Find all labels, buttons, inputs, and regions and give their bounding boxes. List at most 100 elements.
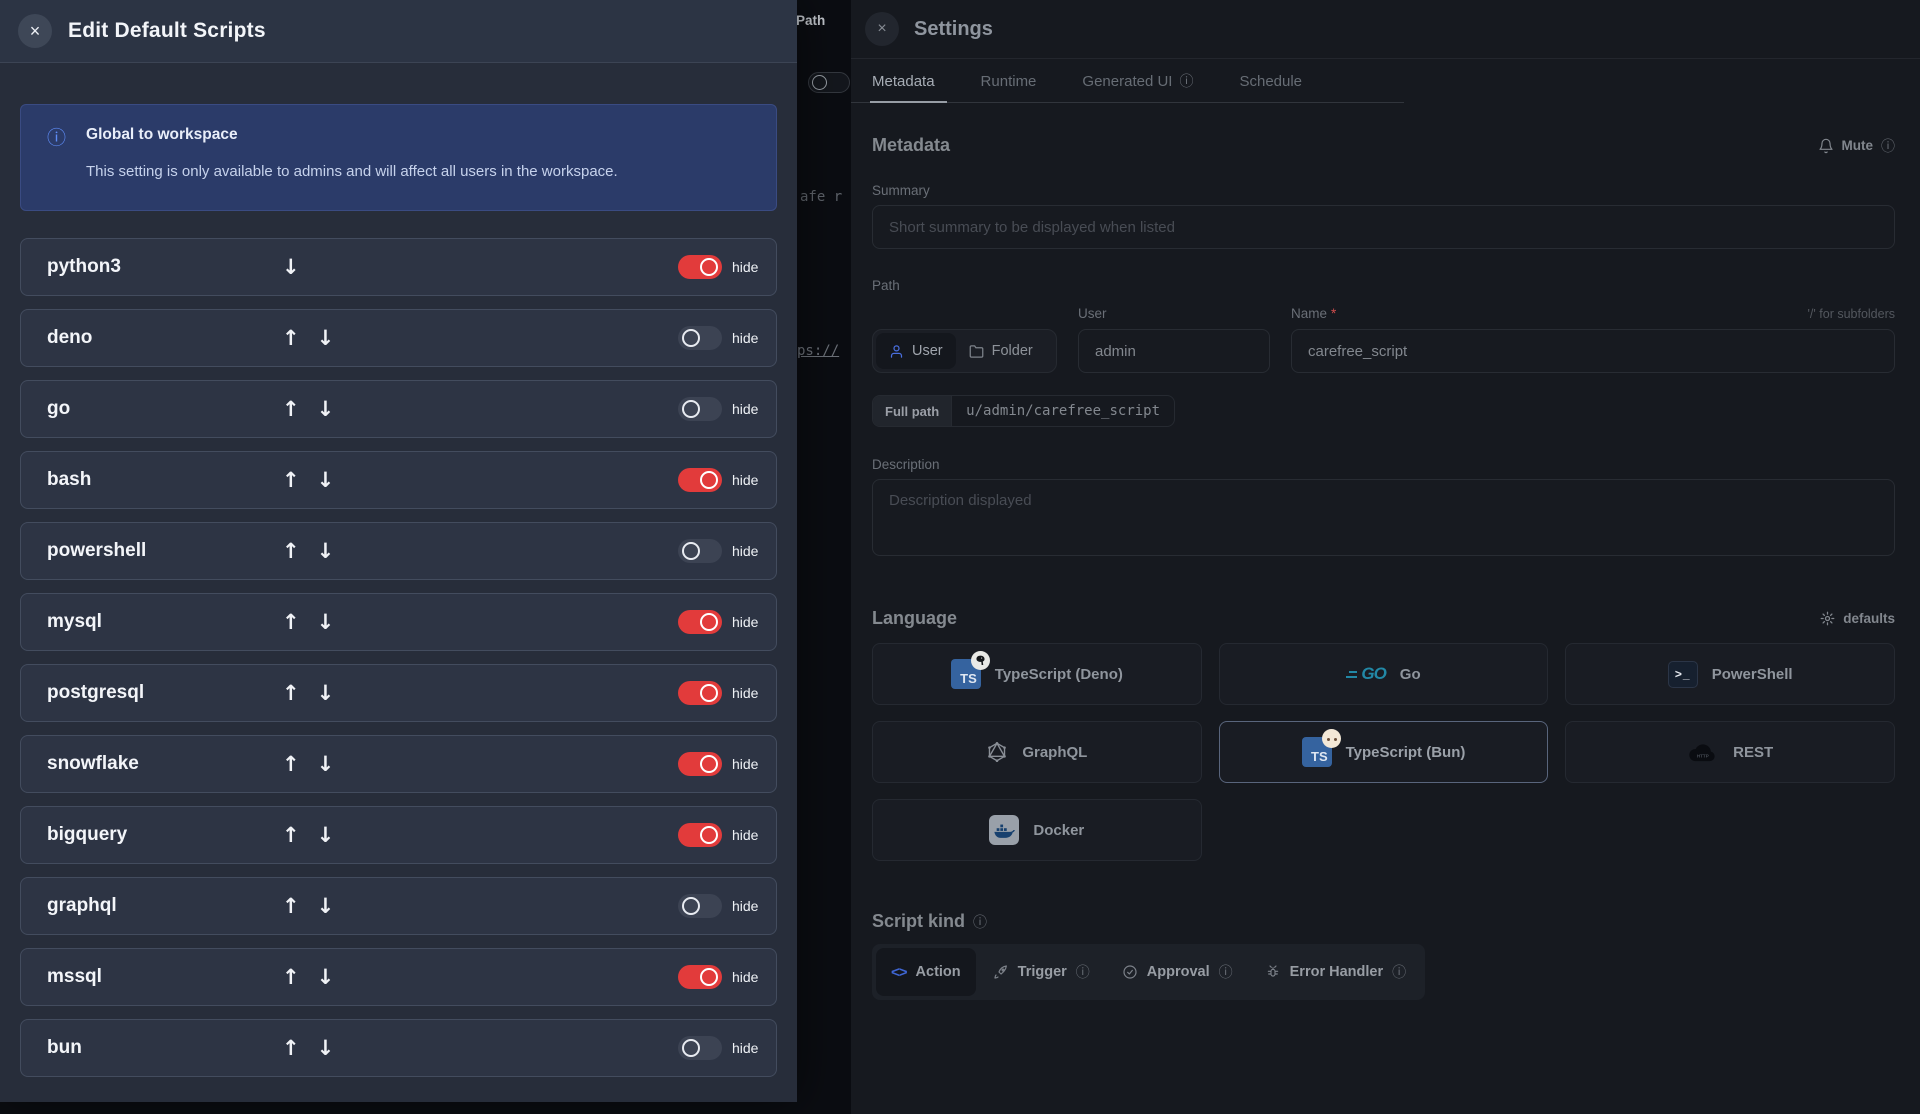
- hide-toggle[interactable]: [678, 539, 722, 563]
- hide-toggle[interactable]: [678, 894, 722, 918]
- mute-button[interactable]: Mute ⓘ: [1818, 136, 1895, 156]
- script-kind-heading: Script kind ⓘ: [872, 911, 988, 932]
- close-icon[interactable]: ×: [18, 14, 52, 48]
- script-kind-trigger[interactable]: Trigger ⓘ: [978, 948, 1105, 996]
- info-icon[interactable]: ⓘ: [1881, 136, 1895, 156]
- move-up-icon[interactable]: ↑: [282, 823, 300, 847]
- language-typescript-bun-button[interactable]: TS TypeScript (Bun): [1218, 721, 1549, 783]
- move-down-icon[interactable]: ↓: [317, 681, 335, 705]
- toggle-knob: [700, 684, 718, 702]
- hide-toggle[interactable]: [678, 681, 722, 705]
- move-up-icon[interactable]: ↑: [282, 397, 300, 421]
- settings-header: × Settings: [851, 0, 1920, 59]
- tab-generated-ui[interactable]: Generated UI ⓘ: [1082, 59, 1193, 103]
- check-circle-icon: [1122, 964, 1138, 980]
- tab-runtime[interactable]: Runtime: [981, 59, 1037, 103]
- move-up-icon[interactable]: ↑: [282, 468, 300, 492]
- hide-toggle[interactable]: [678, 468, 722, 492]
- move-down-icon[interactable]: ↓: [317, 965, 335, 989]
- language-rest-button[interactable]: HTTP REST: [1565, 721, 1895, 783]
- language-powershell-button[interactable]: >_ PowerShell: [1565, 643, 1895, 705]
- move-down-icon[interactable]: ↓: [282, 255, 300, 279]
- tab-schedule[interactable]: Schedule: [1239, 59, 1302, 103]
- language-options: TS TypeScript (Deno) GO Go >_ PowerShell…: [872, 643, 1895, 861]
- script-row: bigquery ↑ ↓ hide: [20, 806, 777, 864]
- hide-label: hide: [732, 543, 759, 559]
- script-row: graphql ↑ ↓ hide: [20, 877, 777, 935]
- summary-input[interactable]: [872, 205, 1895, 249]
- hide-label: hide: [732, 1040, 759, 1056]
- move-up-icon[interactable]: ↑: [282, 965, 300, 989]
- script-kind-action[interactable]: <> Action: [876, 948, 976, 996]
- full-path: Full path u/admin/carefree_script: [872, 395, 1176, 427]
- move-down-icon[interactable]: ↓: [317, 610, 335, 634]
- hide-toggle[interactable]: [678, 965, 722, 989]
- language-go-button[interactable]: GO Go: [1218, 643, 1549, 705]
- owner-user-option[interactable]: User: [876, 333, 956, 369]
- move-down-icon[interactable]: ↓: [317, 539, 335, 563]
- hide-toggle[interactable]: [678, 255, 722, 279]
- settings-drawer: × Settings Metadata Runtime Generated UI…: [851, 0, 1920, 1114]
- info-icon[interactable]: ⓘ: [973, 912, 987, 932]
- hide-label: hide: [732, 685, 759, 701]
- move-down-icon[interactable]: ↓: [317, 752, 335, 776]
- script-name: snowflake: [47, 753, 139, 774]
- hide-toggle[interactable]: [678, 752, 722, 776]
- user-icon: [889, 344, 904, 359]
- language-graphql-button[interactable]: GraphQL: [872, 721, 1202, 783]
- graphql-icon: [986, 741, 1008, 763]
- script-kind-approval[interactable]: Approval ⓘ: [1107, 948, 1248, 996]
- hide-label: hide: [732, 259, 759, 275]
- move-up-icon[interactable]: ↑: [282, 539, 300, 563]
- rocket-icon: [993, 964, 1009, 980]
- owner-folder-option[interactable]: Folder: [956, 333, 1046, 369]
- hide-label: hide: [732, 969, 759, 985]
- toggle-knob: [700, 755, 718, 773]
- user-field-label: User: [1078, 306, 1107, 321]
- language-typescript-deno-button[interactable]: TS TypeScript (Deno): [872, 643, 1202, 705]
- move-down-icon[interactable]: ↓: [317, 1036, 335, 1060]
- hide-label: hide: [732, 898, 759, 914]
- hide-label: hide: [732, 756, 759, 772]
- path-fields: User Folder User Name* '/' fo: [872, 301, 1895, 373]
- script-name: bun: [47, 1037, 82, 1058]
- language-docker-button[interactable]: Docker: [872, 799, 1202, 861]
- background-path-label: Path: [796, 13, 826, 28]
- script-kind-options: <> Action Trigger ⓘ Approval ⓘ Error Han…: [872, 944, 1426, 1000]
- defaults-button[interactable]: defaults: [1820, 611, 1895, 626]
- move-down-icon[interactable]: ↓: [317, 823, 335, 847]
- docker-icon: [989, 815, 1020, 845]
- hide-label: hide: [732, 330, 759, 346]
- user-input[interactable]: [1078, 329, 1270, 373]
- settings-title: Settings: [914, 17, 993, 40]
- move-down-icon[interactable]: ↓: [317, 397, 335, 421]
- info-icon: ⓘ: [1218, 965, 1233, 981]
- move-up-icon[interactable]: ↑: [282, 1036, 300, 1060]
- description-textarea[interactable]: [872, 479, 1895, 556]
- full-path-value: u/admin/carefree_script: [966, 403, 1161, 419]
- move-up-icon[interactable]: ↑: [282, 326, 300, 350]
- move-down-icon[interactable]: ↓: [317, 894, 335, 918]
- move-down-icon[interactable]: ↓: [317, 468, 335, 492]
- description-label: Description: [872, 457, 940, 472]
- toggle-knob: [682, 542, 700, 560]
- hide-toggle[interactable]: [678, 326, 722, 350]
- close-icon[interactable]: ×: [865, 12, 899, 46]
- move-up-icon[interactable]: ↑: [282, 681, 300, 705]
- hide-toggle[interactable]: [678, 1036, 722, 1060]
- toggle-knob: [682, 329, 700, 347]
- hide-label: hide: [732, 472, 759, 488]
- hide-toggle[interactable]: [678, 397, 722, 421]
- toggle-knob: [700, 968, 718, 986]
- info-icon: ⓘ: [1392, 965, 1407, 981]
- script-kind-error-handler[interactable]: Error Handler ⓘ: [1250, 948, 1421, 996]
- name-input[interactable]: [1291, 329, 1895, 373]
- hide-toggle[interactable]: [678, 823, 722, 847]
- tab-metadata[interactable]: Metadata: [870, 59, 947, 103]
- code-icon: <>: [891, 963, 908, 981]
- move-down-icon[interactable]: ↓: [317, 326, 335, 350]
- move-up-icon[interactable]: ↑: [282, 894, 300, 918]
- move-up-icon[interactable]: ↑: [282, 610, 300, 634]
- move-up-icon[interactable]: ↑: [282, 752, 300, 776]
- hide-toggle[interactable]: [678, 610, 722, 634]
